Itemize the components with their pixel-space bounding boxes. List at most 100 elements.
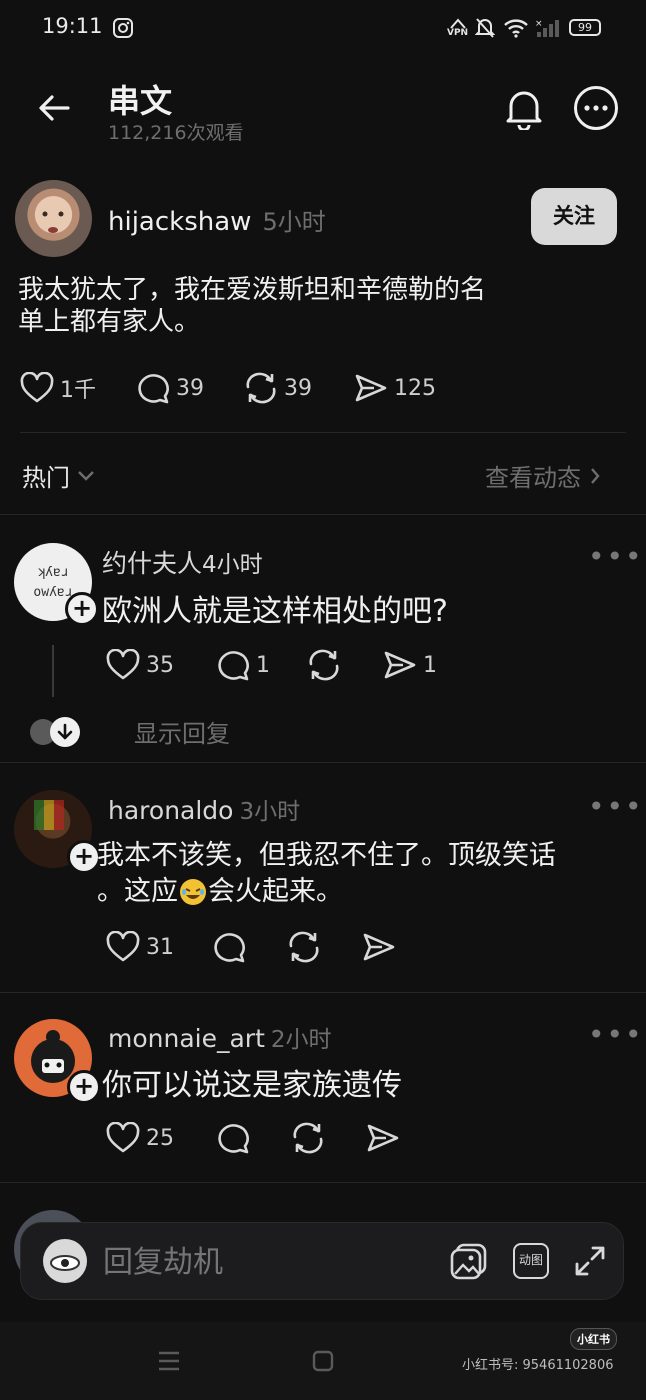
post-meta: hijackshaw 5小时 — [108, 202, 326, 237]
post-share-button[interactable]: 125 — [354, 372, 436, 404]
reply-text: 欧洲人就是这样相处的吧? — [102, 594, 448, 629]
reply-like-button[interactable]: 35 — [106, 649, 174, 681]
divider — [0, 514, 646, 515]
reply-like-button[interactable]: 31 — [106, 931, 174, 963]
reply-comment-button[interactable] — [216, 1122, 250, 1154]
reply-time: 3小时 — [239, 799, 301, 825]
notification-bell-icon[interactable] — [503, 86, 545, 130]
status-bar: 19:11 VPN × 99 — [0, 0, 646, 56]
post-comment-button[interactable]: 39 — [136, 372, 204, 404]
instagram-icon — [112, 17, 134, 39]
comment-icon — [216, 1122, 250, 1154]
follow-plus-button[interactable]: + — [67, 1070, 101, 1104]
svg-text:×: × — [535, 19, 543, 29]
reply-text-line: 。这应 会火起来。 — [97, 874, 556, 910]
share-send-icon — [354, 372, 388, 404]
battery-level: 99 — [578, 21, 592, 34]
composer-avatar — [43, 1239, 87, 1283]
image-picker-icon[interactable] — [449, 1241, 489, 1281]
author-avatar[interactable] — [15, 180, 92, 257]
reply-comment-button[interactable]: 1 — [216, 649, 270, 681]
repost-icon — [291, 1122, 325, 1154]
heart-icon — [20, 372, 54, 404]
reply-username[interactable]: haronaldo — [108, 796, 233, 825]
back-arrow-icon[interactable] — [36, 90, 72, 126]
post-like-count: 1千 — [60, 378, 96, 403]
reply-share-button[interactable] — [362, 931, 396, 963]
home-square-icon[interactable] — [312, 1350, 334, 1372]
post-repost-button[interactable]: 39 — [244, 372, 312, 404]
share-send-icon — [366, 1122, 400, 1154]
thread-line — [52, 645, 54, 697]
sort-dropdown[interactable]: 热门 — [22, 458, 96, 493]
reply-more-icon[interactable]: ••• — [588, 790, 644, 823]
sort-label: 热门 — [22, 464, 70, 492]
menu-icon[interactable] — [157, 1350, 181, 1372]
repost-icon — [287, 931, 321, 963]
status-time: 19:11 — [42, 14, 103, 38]
divider — [0, 992, 646, 993]
reply-username[interactable]: 约什夫人 — [102, 549, 202, 578]
reply-comment-count: 1 — [256, 652, 270, 678]
follow-plus-button[interactable]: + — [67, 840, 101, 874]
divider — [0, 762, 646, 763]
divider — [20, 432, 626, 433]
reply-like-count: 35 — [146, 652, 174, 678]
laughing-emoji-icon — [179, 878, 207, 906]
post-comment-count: 39 — [176, 375, 204, 401]
page-title: 串文 — [108, 82, 173, 120]
reply-comment-button[interactable] — [212, 931, 246, 963]
reply-text-part: 会火起来。 — [208, 876, 343, 907]
reply-repost-button[interactable] — [287, 931, 321, 963]
reply-share-button[interactable]: 1 — [383, 649, 437, 681]
signal-icon: × — [535, 18, 561, 38]
post-text: 我太犹太了，我在爱泼斯坦和辛德勒的名 单上都有家人。 — [18, 274, 486, 338]
reply-text: 我本不该笑，但我忍不住了。顶级笑话 。这应 会火起来。 — [97, 838, 556, 910]
reply-input[interactable] — [101, 1237, 435, 1287]
view-activity-link[interactable]: 查看动态 — [485, 458, 601, 493]
reply-meta: monnaie_art 2小时 — [108, 1020, 332, 1054]
reply-like-count: 25 — [146, 1125, 174, 1151]
show-replies-button[interactable]: 显示回复 — [30, 714, 230, 749]
reply-text: 你可以说这是家族遗传 — [102, 1068, 402, 1103]
view-count: 112,216次观看 — [108, 122, 244, 144]
author-username[interactable]: hijackshaw — [108, 207, 251, 237]
gif-button[interactable]: 动图 — [513, 1243, 549, 1279]
system-nav-bar: 小红书 小红书号: 95461102806 — [0, 1322, 646, 1400]
more-options-icon[interactable] — [573, 85, 619, 131]
watermark-brand: 小红书 — [570, 1328, 617, 1350]
comment-icon — [136, 372, 170, 404]
reply-text-part: 。这应 — [97, 876, 178, 907]
reply-more-icon[interactable]: ••• — [588, 540, 644, 573]
share-send-icon — [383, 649, 417, 681]
follow-button[interactable]: 关注 — [531, 188, 617, 245]
expand-icon[interactable] — [573, 1244, 607, 1278]
vpn-icon: VPN — [447, 18, 469, 40]
reply-time: 4小时 — [202, 552, 263, 578]
reply-composer: 动图 — [20, 1222, 624, 1300]
reply-more-icon[interactable]: ••• — [588, 1018, 644, 1051]
follow-plus-button[interactable]: + — [65, 592, 99, 626]
reply-repost-button[interactable] — [307, 649, 341, 681]
reply-text-line: 我本不该笑，但我忍不住了。顶级笑话 — [97, 840, 556, 871]
gif-label: 动图 — [518, 1253, 543, 1267]
expand-down-icon — [50, 716, 80, 747]
divider — [0, 1182, 646, 1183]
bell-muted-icon — [475, 17, 495, 39]
heart-icon — [106, 1122, 140, 1154]
reply-meta: 约什夫人4小时 — [102, 544, 263, 580]
post-like-button[interactable]: 1千 — [20, 372, 96, 404]
reply-username[interactable]: monnaie_art — [108, 1024, 265, 1053]
reply-like-button[interactable]: 25 — [106, 1122, 174, 1154]
reply-repost-button[interactable] — [291, 1122, 325, 1154]
view-activity-label: 查看动态 — [485, 464, 581, 492]
share-send-icon — [362, 931, 396, 963]
watermark-id: 小红书号: 95461102806 — [462, 1358, 614, 1373]
follow-label: 关注 — [553, 204, 595, 228]
wifi-icon — [503, 18, 529, 38]
reply-time: 2小时 — [270, 1027, 332, 1053]
post-text-line: 我太犹太了，我在爱泼斯坦和辛德勒的名 — [18, 275, 487, 305]
post-time: 5小时 — [262, 208, 326, 236]
show-replies-label: 显示回复 — [134, 720, 230, 748]
reply-share-button[interactable] — [366, 1122, 400, 1154]
